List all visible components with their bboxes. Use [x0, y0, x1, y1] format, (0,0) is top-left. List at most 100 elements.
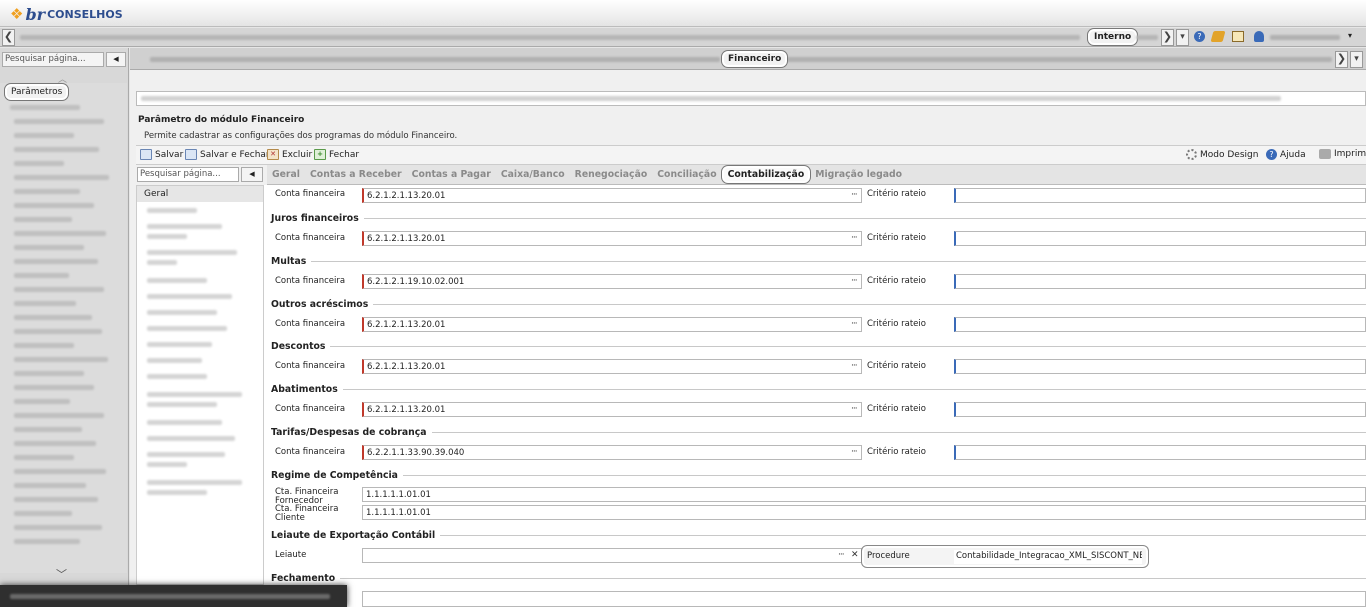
cta-financeira-fornecedor-input[interactable]: 1.1.1.1.1.01.01	[362, 487, 1366, 502]
conta-financeira-input[interactable]: 6.2.1.2.1.19.10.02.001	[362, 274, 862, 289]
section-title: Descontos	[271, 341, 1366, 352]
lookup-ellipsis-button[interactable]: ···	[851, 233, 858, 243]
section-title: Abatimentos	[271, 384, 1366, 395]
tree-item-parametros[interactable]: Parâmetros	[5, 84, 69, 100]
criterio-rateio-label: Critério rateio	[867, 404, 926, 414]
logo-name: CONSELHOS	[47, 8, 123, 21]
top-bar: ❖ br CONSELHOS	[0, 0, 1366, 27]
conta-financeira-input[interactable]: 6.2.2.1.1.33.90.39.040	[362, 445, 862, 460]
lookup-ellipsis-button[interactable]: ···	[851, 404, 858, 414]
print-button[interactable]: Imprimi	[1319, 149, 1366, 159]
help-circle-icon: ?	[1266, 149, 1277, 160]
procedure-label: Procedure	[867, 551, 910, 561]
module-tab-financeiro[interactable]: Financeiro	[722, 51, 788, 67]
criterio-rateio-input[interactable]	[954, 402, 1366, 417]
conta-financeira-input[interactable]: 6.2.1.2.1.13.20.01	[362, 402, 862, 417]
criterio-rateio-input[interactable]	[954, 359, 1366, 374]
lookup-ellipsis-button[interactable]: ···	[851, 319, 858, 329]
status-bar	[0, 585, 347, 607]
subpage-collapse-button[interactable]: ◀	[241, 167, 263, 182]
subpage-list	[136, 185, 264, 585]
broom-icon[interactable]	[1210, 31, 1226, 42]
criterio-rateio-label: Critério rateio	[867, 233, 926, 243]
lookup-ellipsis-button[interactable]: ···	[851, 447, 858, 457]
logo-mark-icon: ❖	[10, 5, 24, 23]
tab-caixa-banco[interactable]: Caixa/Banco	[496, 169, 570, 180]
page-title: Parâmetro do módulo Financeiro	[138, 115, 305, 125]
section-title: Regime de Competência	[271, 470, 1366, 481]
form-body	[264, 185, 1366, 607]
save-close-button[interactable]: Salvar e Fechar	[185, 149, 270, 160]
criterio-rateio-input[interactable]	[954, 317, 1366, 332]
criterio-rateio-label: Critério rateio	[867, 447, 926, 457]
help-icon[interactable]: ?	[1194, 31, 1205, 42]
close-button[interactable]: + Fechar	[314, 149, 359, 160]
scroll-down-icon[interactable]: ﹀	[56, 566, 67, 582]
conta-financeira-input[interactable]: 6.2.1.2.1.13.20.01	[362, 231, 862, 246]
close-icon: +	[314, 149, 326, 160]
collapse-panel-button[interactable]: ◀	[106, 52, 126, 67]
help-button[interactable]: ? Ajuda	[1266, 149, 1306, 160]
form-tabs: Geral Contas a Receber Contas a Pagar Ca…	[267, 165, 1366, 185]
tab-renegociacao[interactable]: Renegociação	[570, 169, 653, 180]
tab-dropdown-button[interactable]: ▾	[1350, 51, 1363, 68]
subpage-item-label: Geral	[144, 189, 169, 199]
tab-next-button[interactable]: ❯	[1335, 51, 1348, 68]
subpage-item-geral[interactable]: Geral	[137, 186, 263, 202]
conta-financeira-label: Conta financeira	[275, 319, 346, 329]
breadcrumb	[136, 91, 1366, 106]
lookup-ellipsis-button[interactable]: ···	[851, 190, 858, 200]
procedure-input[interactable]: Contabilidade_Integracao_XML_SISCONT_NET	[954, 550, 1142, 564]
tab-geral[interactable]: Geral	[267, 169, 305, 180]
printer-icon	[1319, 149, 1331, 159]
page-description: Permite cadastrar as configurações dos p…	[144, 131, 458, 141]
user-icon[interactable]	[1254, 31, 1264, 42]
cta-financeira-cliente-input[interactable]: 1.1.1.1.1.01.01	[362, 505, 1366, 520]
lookup-ellipsis-button[interactable]: ···	[851, 361, 858, 371]
tab-conciliacao[interactable]: Conciliação	[652, 169, 721, 180]
toolbar: Salvar Salvar e Fechar ✕ Excluir + Fechar …	[136, 145, 1366, 165]
menu-prev-button[interactable]: ❮	[2, 29, 15, 46]
user-menu-chevron-icon[interactable]: ▾	[1348, 31, 1352, 40]
delete-icon: ✕	[267, 149, 279, 160]
navigation-tree	[0, 83, 127, 573]
save-button[interactable]: Salvar	[140, 149, 183, 160]
menu-item-interno[interactable]: Interno	[1088, 29, 1138, 45]
delete-button[interactable]: ✕ Excluir	[267, 149, 312, 160]
conta-financeira-label: Conta financeira	[275, 361, 346, 371]
menu-next-button[interactable]: ❯	[1161, 29, 1174, 46]
save-close-icon	[185, 149, 197, 160]
fechamento-input[interactable]	[362, 591, 1366, 607]
tab-migracao-legado[interactable]: Migração legado	[810, 169, 907, 180]
page-search-input[interactable]: Pesquisar página...	[2, 52, 104, 67]
home-icon[interactable]	[1232, 31, 1244, 42]
lookup-ellipsis-button[interactable]: ···	[851, 276, 858, 286]
leiaute-input[interactable]	[362, 548, 862, 563]
gear-icon	[1186, 149, 1197, 160]
criterio-rateio-input[interactable]	[954, 188, 1366, 203]
criterio-rateio-input[interactable]	[954, 445, 1366, 460]
clear-icon[interactable]: ✕	[851, 550, 859, 560]
logo: ❖ br CONSELHOS	[10, 5, 123, 24]
leiaute-label: Leiaute	[275, 550, 307, 560]
save-icon	[140, 149, 152, 160]
conta-financeira-label: Conta financeira	[275, 276, 346, 286]
section-title: Outros acréscimos	[271, 299, 1366, 310]
cliente-label: Cta. Financeira Cliente	[275, 504, 339, 523]
criterio-rateio-label: Critério rateio	[867, 319, 926, 329]
tab-contas-a-receber[interactable]: Contas a Receber	[305, 169, 407, 180]
tab-contas-a-pagar[interactable]: Contas a Pagar	[407, 169, 496, 180]
design-mode-button[interactable]: Modo Design	[1186, 149, 1258, 160]
conta-financeira-input[interactable]: 6.2.1.2.1.13.20.01	[362, 188, 862, 203]
logo-br: br	[25, 5, 46, 24]
lookup-ellipsis-button[interactable]: ···	[838, 550, 845, 560]
subpage-search-input[interactable]: Pesquisar página...	[137, 167, 239, 182]
section-title: Tarifas/Despesas de cobrança	[271, 427, 1366, 438]
criterio-rateio-input[interactable]	[954, 231, 1366, 246]
tab-contabilizacao[interactable]: Contabilização	[721, 166, 811, 183]
conta-financeira-input[interactable]: 6.2.1.2.1.13.20.01	[362, 359, 862, 374]
conta-financeira-label: Conta financeira	[275, 189, 346, 199]
menu-dropdown-button[interactable]: ▾	[1176, 29, 1189, 46]
criterio-rateio-input[interactable]	[954, 274, 1366, 289]
conta-financeira-input[interactable]: 6.2.1.2.1.13.20.01	[362, 317, 862, 332]
